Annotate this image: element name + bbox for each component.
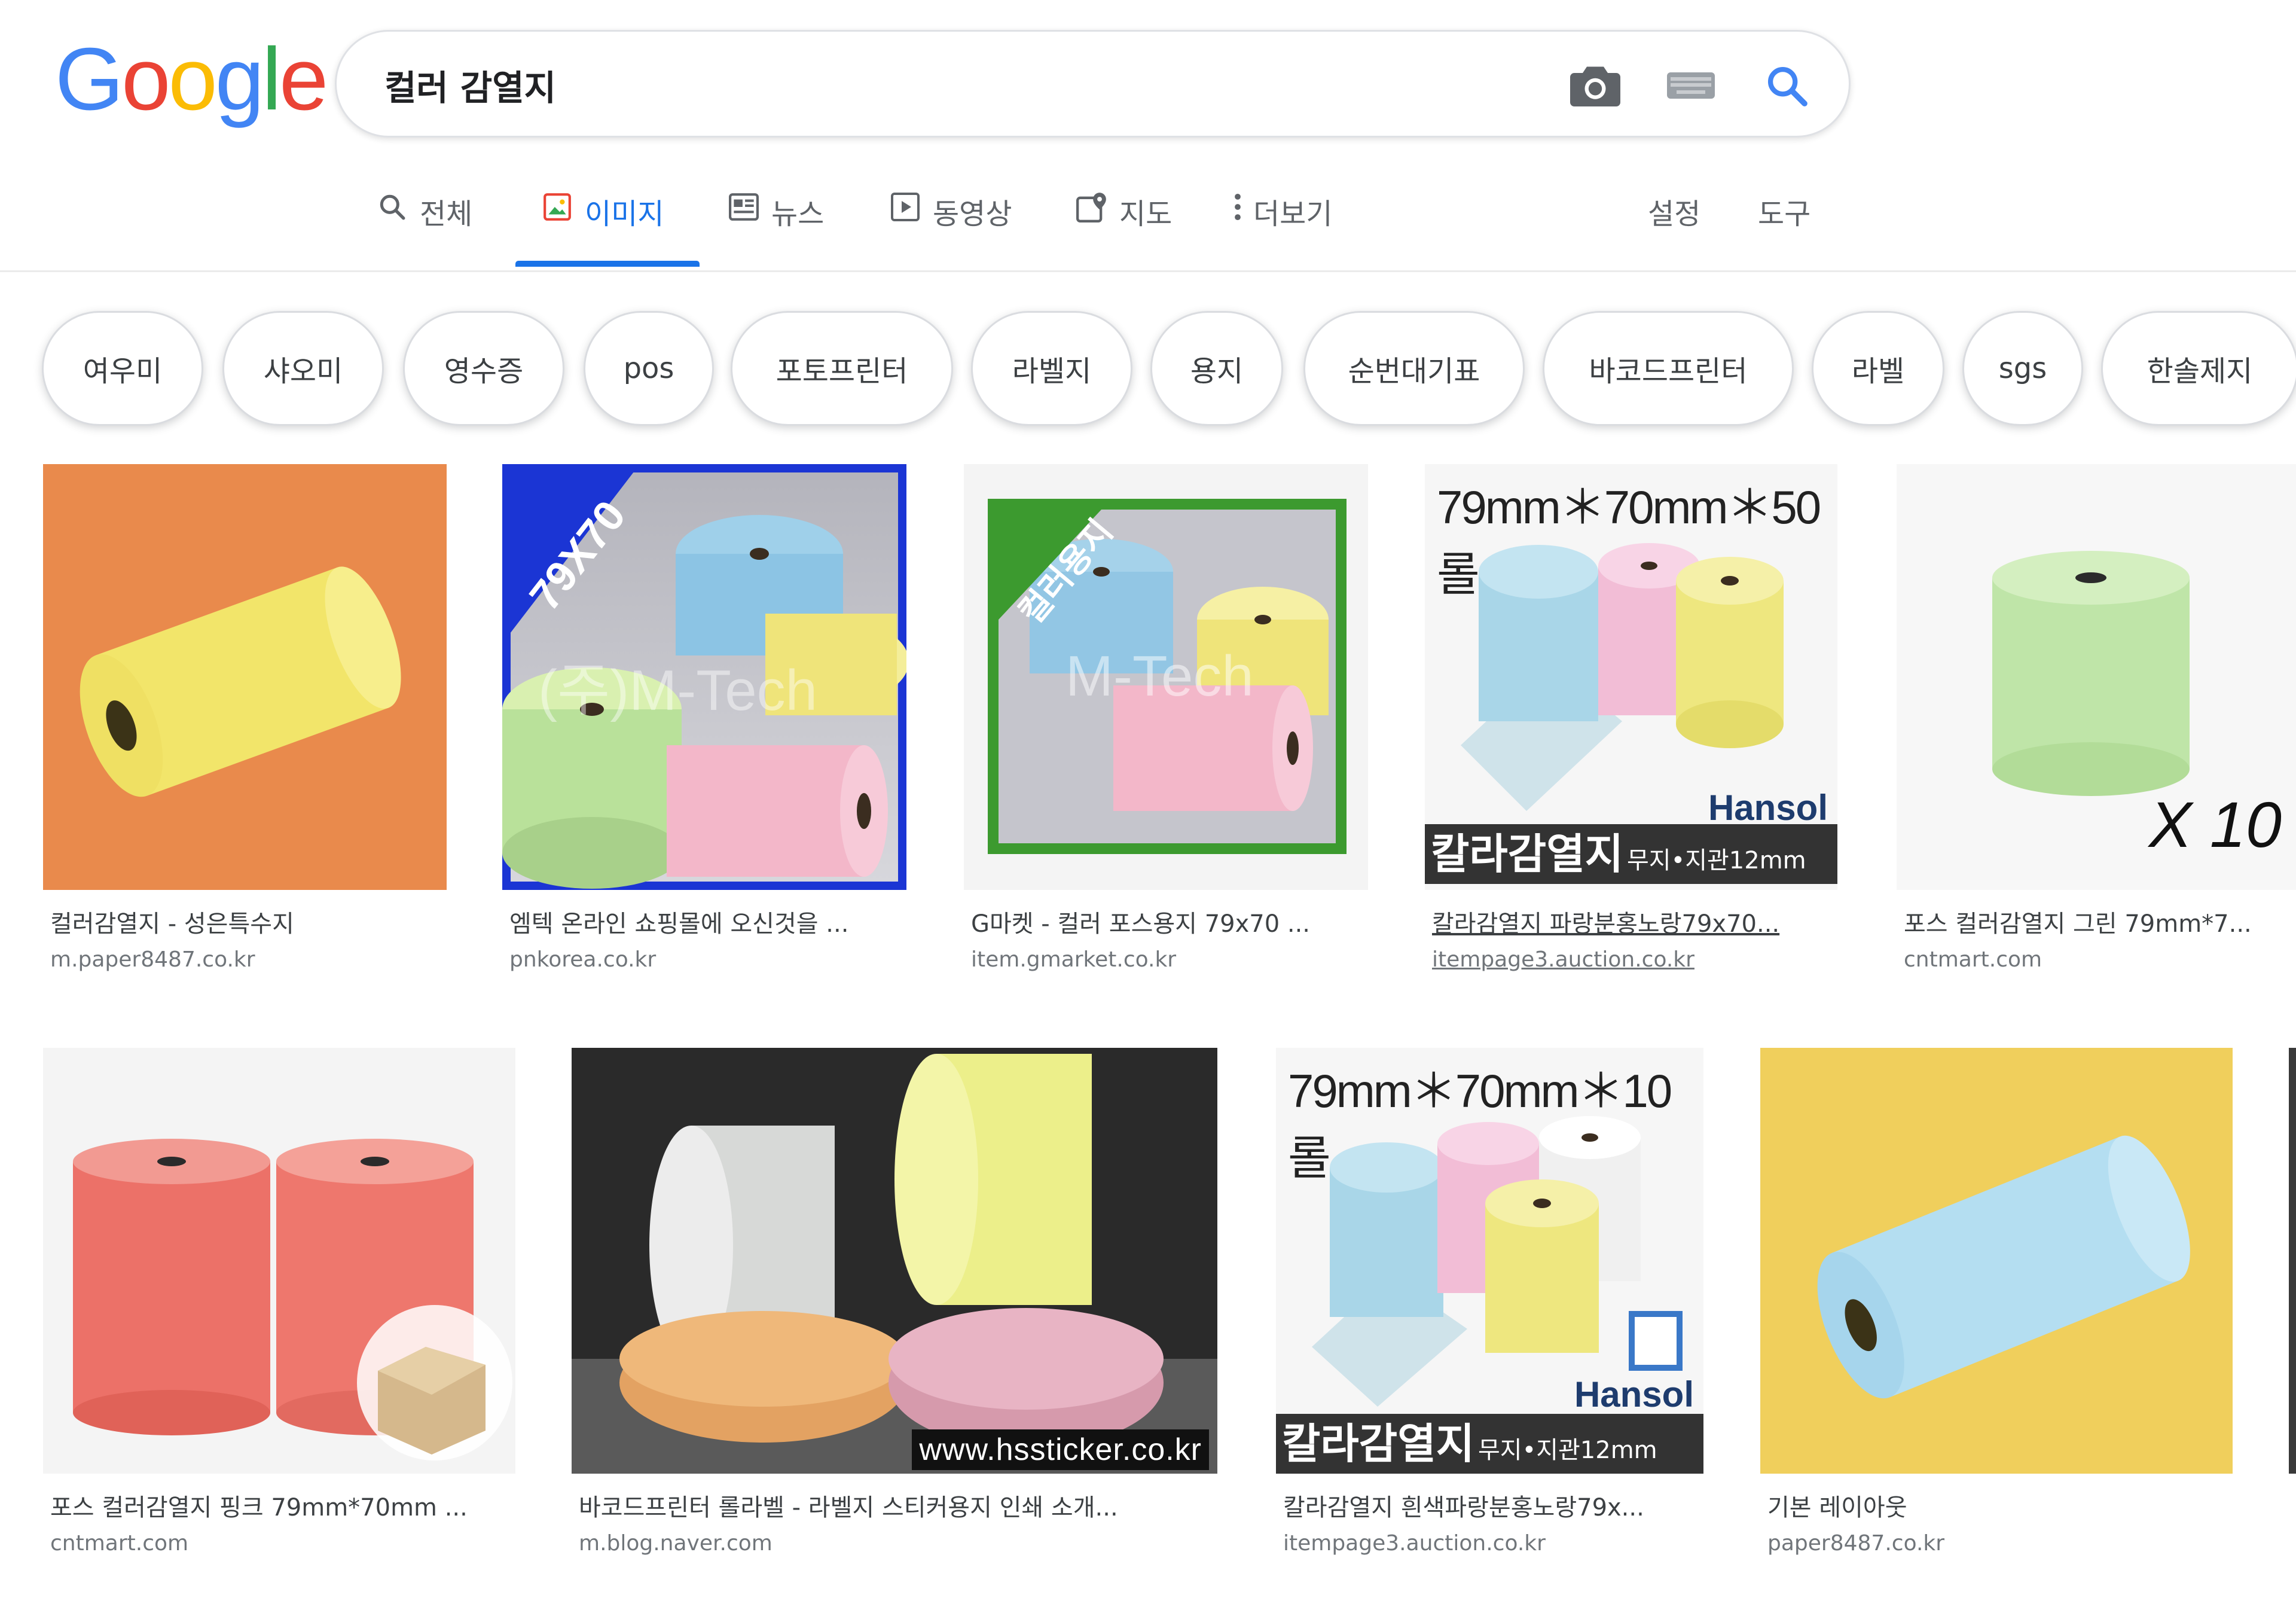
- result-source: itempage3.auction.co.kr: [1432, 947, 1694, 972]
- keyboard-icon[interactable]: [1664, 59, 1718, 112]
- result-thumbnail: [43, 464, 447, 890]
- result-thumbnail: [43, 1048, 515, 1474]
- chip[interactable]: 한솔제지: [2101, 311, 2296, 426]
- search-input[interactable]: [383, 56, 1462, 114]
- product-banner: 칼라감열지 무지•지관12mm: [1276, 1414, 1703, 1474]
- tab-videos[interactable]: 동영상: [889, 190, 1012, 268]
- header-divider: [0, 270, 2296, 272]
- result-source: m.paper8487.co.kr: [50, 947, 255, 972]
- logo-letter: o: [168, 30, 217, 129]
- image-result[interactable]: 컬러용지 M-Tech G마켓 - 컬러 포스용지 79x70 ... item…: [964, 464, 1368, 990]
- result-source: cntmart.com: [1904, 947, 2042, 972]
- image-icon: [541, 190, 574, 224]
- tab-maps[interactable]: 지도: [1075, 190, 1172, 268]
- image-result[interactable]: www.hssticker.co.kr 바코드프린터 롤라벨 - 라벨지 스티커…: [572, 1048, 1217, 1574]
- tab-images[interactable]: 이미지: [541, 190, 664, 268]
- result-thumbnail: www.hssticker.co.kr: [572, 1048, 1217, 1474]
- chip[interactable]: 순번대기표: [1303, 311, 1525, 426]
- tab-news[interactable]: 뉴스: [727, 190, 824, 268]
- image-result[interactable]: 79X70 (주)M-Tech 엠텍 온라인 쇼핑몰에 오신것을 ... pnk…: [502, 464, 906, 990]
- banner-title: 칼라감열지: [1282, 1419, 1474, 1468]
- result-source: paper8487.co.kr: [1767, 1531, 1945, 1556]
- result-source: pnkorea.co.kr: [509, 947, 657, 972]
- image-result[interactable]: 79mm＊70mm＊50롤 Hansol 칼라감열지 무지•지관12mm 칼라감…: [1425, 464, 1837, 990]
- logo-letter: G: [55, 30, 124, 129]
- result-thumbnail: X 10: [1897, 464, 2296, 890]
- active-tab-indicator: [515, 261, 700, 267]
- video-icon: [889, 190, 922, 224]
- product-spec-header: 79mm＊70mm＊10롤: [1288, 1065, 1672, 1184]
- brand-label: Hansol: [1574, 1374, 1694, 1414]
- result-title[interactable]: 컬러감열지 - 성은특수지: [50, 904, 439, 939]
- result-thumbnail: 79mm＊70mm＊50롤 Hansol 칼라감열지 무지•지관12mm: [1425, 464, 1837, 890]
- chip[interactable]: 라벨: [1812, 311, 1944, 426]
- chip[interactable]: 바코드프린터: [1543, 311, 1794, 426]
- settings-link[interactable]: 설정: [1648, 190, 1700, 232]
- search-icon[interactable]: [1760, 59, 1813, 112]
- chip[interactable]: pos: [584, 311, 714, 426]
- logo-letter: l: [262, 30, 282, 129]
- logo-letter: e: [279, 30, 328, 129]
- image-result[interactable]: 컬러감열지 - 성은특수지 m.paper8487.co.kr: [43, 464, 447, 990]
- camera-icon[interactable]: [1568, 59, 1622, 112]
- tab-label: 동영상: [933, 197, 1012, 231]
- image-result[interactable]: 포스 컬러감열지 핑크 79mm*70mm ... cntmart.com: [43, 1048, 515, 1574]
- image-result-partial[interactable]: [2289, 1048, 2296, 1474]
- chip[interactable]: 여우미: [42, 311, 203, 426]
- chip[interactable]: sgs: [1962, 311, 2083, 426]
- result-source: m.blog.naver.com: [579, 1531, 773, 1556]
- result-title[interactable]: G마켓 - 컬러 포스용지 79x70 ...: [971, 904, 1360, 939]
- news-icon: [727, 190, 761, 224]
- result-source: cntmart.com: [50, 1531, 189, 1556]
- result-title[interactable]: 포스 컬러감열지 그린 79mm*7...: [1904, 904, 2286, 939]
- related-chips: 여우미 샤오미 영수증 pos 포토프린터 라벨지 용지 순번대기표 바코드프린…: [42, 311, 2296, 431]
- tab-all[interactable]: 전체: [375, 190, 472, 268]
- tab-more[interactable]: 더보기: [1231, 190, 1332, 268]
- quantity-overlay: X 10: [2148, 788, 2282, 861]
- map-icon: [1075, 190, 1109, 224]
- product-banner: 칼라감열지 무지•지관12mm: [1425, 824, 1837, 884]
- image-result[interactable]: 79mm＊70mm＊10롤 Hansol 칼라감열지 무지•지관12mm 칼라감…: [1276, 1048, 1703, 1574]
- result-title[interactable]: 엠텍 온라인 쇼핑몰에 오신것을 ...: [509, 904, 898, 939]
- tab-label: 더보기: [1253, 197, 1333, 231]
- image-result[interactable]: 기본 레이아웃 paper8487.co.kr: [1760, 1048, 2233, 1574]
- chip[interactable]: 라벨지: [971, 311, 1132, 426]
- result-source: item.gmarket.co.kr: [971, 947, 1177, 972]
- image-result[interactable]: X 10 포스 컬러감열지 그린 79mm*7... cntmart.com: [1897, 464, 2296, 990]
- result-thumbnail: [1760, 1048, 2233, 1474]
- logo-letter: o: [121, 30, 170, 129]
- chip[interactable]: 샤오미: [222, 311, 384, 426]
- search-box: [335, 30, 1851, 138]
- result-title[interactable]: 포스 컬러감열지 핑크 79mm*70mm ...: [50, 1488, 505, 1523]
- banner-subtitle: 무지•지관12mm: [1478, 1437, 1657, 1464]
- more-vert-icon: [1231, 190, 1245, 224]
- watermark: (주)M-Tech: [538, 658, 817, 722]
- tab-label: 이미지: [585, 197, 664, 231]
- product-spec-header: 79mm＊70mm＊50롤: [1437, 481, 1821, 600]
- logo-letter: g: [215, 30, 264, 129]
- watermark: M-Tech: [1065, 644, 1254, 708]
- result-title[interactable]: 바코드프린터 롤라벨 - 라벨지 스티커용지 인쇄 소개...: [579, 1488, 1207, 1523]
- result-title[interactable]: 기본 레이아웃: [1767, 1488, 2222, 1523]
- chip[interactable]: 포토프린터: [731, 311, 953, 426]
- banner-title: 칼라감열지: [1431, 830, 1623, 879]
- result-thumbnail: 79mm＊70mm＊10롤 Hansol 칼라감열지 무지•지관12mm: [1276, 1048, 1703, 1474]
- search-icon: [375, 190, 409, 224]
- chip[interactable]: 영수증: [403, 311, 564, 426]
- result-thumbnail: 컬러용지 M-Tech: [964, 464, 1368, 890]
- tab-label: 전체: [420, 197, 473, 231]
- result-title[interactable]: 칼라감열지 파랑분홍노랑79x70...: [1432, 904, 1827, 939]
- result-source: itempage3.auction.co.kr: [1283, 1531, 1546, 1556]
- tab-label: 지도: [1119, 197, 1173, 231]
- tab-label: 뉴스: [771, 197, 825, 231]
- result-title[interactable]: 칼라감열지 흰색파랑분홍노랑79x...: [1283, 1488, 1696, 1523]
- google-logo[interactable]: Google: [55, 30, 328, 129]
- tools-link[interactable]: 도구: [1758, 190, 1810, 232]
- chip[interactable]: 용지: [1150, 311, 1283, 426]
- brand-label: Hansol: [1708, 788, 1828, 828]
- result-thumbnail: 79X70 (주)M-Tech: [502, 464, 906, 890]
- watermark-banner: www.hssticker.co.kr: [912, 1429, 1209, 1470]
- banner-subtitle: 무지•지관12mm: [1627, 847, 1806, 874]
